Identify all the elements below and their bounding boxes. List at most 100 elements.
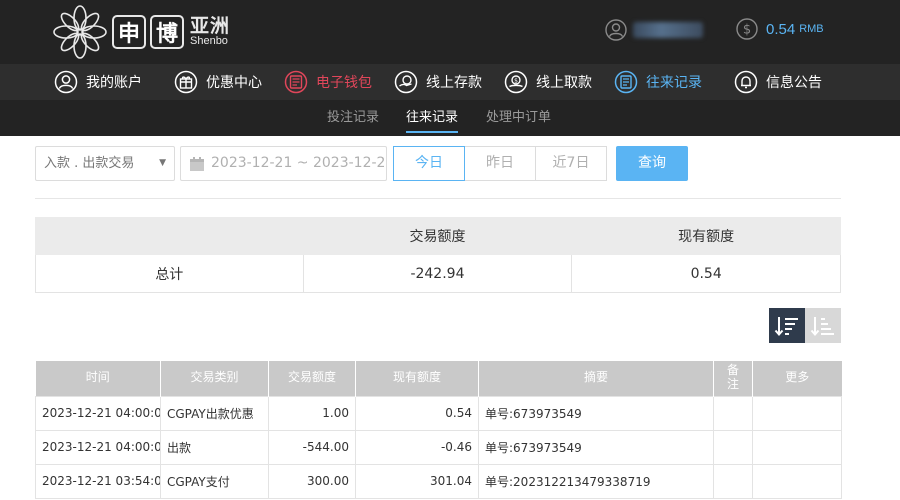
summary-table: 交易额度 现有额度 总计 -242.94 0.54 [35, 217, 841, 293]
header-amount: 交易额度 [268, 361, 356, 396]
calendar-icon [190, 157, 204, 171]
nav-label: 电子钱包 [316, 75, 372, 91]
cell-remark [713, 463, 753, 499]
logo[interactable]: 申 博 亚洲 Shenbo [52, 4, 230, 60]
logo-en-text: Shenbo [190, 35, 228, 47]
cell-time: 2023-12-21 03:54:07 [35, 463, 161, 499]
cell-type: CGPAY支付 [160, 463, 269, 499]
sort-ascending-button[interactable] [805, 308, 841, 343]
svg-text:$: $ [743, 23, 751, 38]
main-nav: 我的账户 优惠中心 电子钱包 线上存款 $ 线上取款 往来记录 信息公告 [0, 64, 900, 100]
header-type: 交易类别 [160, 361, 269, 396]
cell-balance: 301.04 [355, 463, 479, 499]
nav-online-withdraw[interactable]: $ 线上取款 [504, 64, 592, 100]
nav-label: 信息公告 [766, 75, 822, 91]
query-button[interactable]: 查询 [616, 146, 688, 181]
user-account[interactable] [605, 19, 703, 41]
summary-total-balance: 0.54 [571, 254, 841, 293]
dollar-coin-icon: $ [736, 18, 758, 40]
sub-nav: 投注记录 往来记录 处理中订单 [0, 100, 900, 136]
nav-label: 线上存款 [426, 75, 482, 91]
transaction-table: 时间 交易类别 交易额度 现有额度 摘要 备注 更多 2023-12-21 04… [35, 361, 842, 499]
dropdown-caret-icon: ▼ [159, 158, 166, 168]
yesterday-button[interactable]: 昨日 [464, 146, 536, 181]
cell-remark [713, 429, 753, 465]
header-remark-text: 备注 [727, 363, 740, 392]
blurred-username [633, 22, 703, 38]
cell-summary: 单号:673973549 [478, 395, 714, 431]
cell-more[interactable] [752, 463, 842, 499]
nav-label: 线上取款 [536, 75, 592, 91]
table-row: 2023-12-21 04:00:00 出款 -544.00 -0.46 单号:… [35, 429, 842, 465]
cell-type: 出款 [160, 429, 269, 465]
nav-label: 优惠中心 [206, 75, 262, 91]
cell-time: 2023-12-21 04:00:00 [35, 395, 161, 431]
bell-icon [734, 70, 758, 94]
svg-text:$: $ [514, 77, 518, 84]
table-header-row: 时间 交易类别 交易额度 现有额度 摘要 备注 更多 [35, 361, 842, 396]
subtab-pending-orders[interactable]: 处理中订单 [486, 100, 551, 136]
summary-total-row: 总计 -242.94 0.54 [35, 254, 841, 293]
today-button[interactable]: 今日 [393, 146, 465, 181]
user-avatar-icon [605, 19, 627, 41]
balance-display: $ 0.54 RMB [736, 18, 824, 40]
logo-char-2: 博 [150, 15, 184, 49]
summary-header-row: 交易额度 现有额度 [35, 217, 841, 255]
nav-promotions[interactable]: 优惠中心 [174, 64, 262, 100]
header-remark: 备注 [713, 361, 753, 396]
nav-e-wallet[interactable]: 电子钱包 [284, 64, 372, 100]
cell-summary: 单号:673973549 [478, 429, 714, 465]
header-balance: 现有额度 [355, 361, 479, 396]
summary-total-label: 总计 [35, 254, 304, 293]
cell-summary: 单号:20231221347933871​9 [478, 463, 714, 499]
sort-ascending-icon [810, 316, 834, 336]
user-icon [54, 70, 78, 94]
header-more: 更多 [752, 361, 842, 396]
withdraw-icon: $ [504, 70, 528, 94]
wallet-icon [284, 70, 308, 94]
header-time: 时间 [35, 361, 161, 396]
summary-header-amount: 交易额度 [302, 217, 573, 255]
cell-more[interactable] [752, 429, 842, 465]
summary-header-balance: 现有额度 [571, 217, 841, 255]
subtab-bet-records[interactable]: 投注记录 [327, 100, 379, 136]
flower-logo-icon [53, 5, 107, 59]
table-row: 2023-12-21 03:54:07 CGPAY支付 300.00 301.0… [35, 463, 842, 499]
transaction-type-value: 入款 . 出款交易 [44, 156, 135, 171]
cell-remark [713, 395, 753, 431]
deposit-icon [394, 70, 418, 94]
top-header: 申 博 亚洲 Shenbo $ 0.54 RMB [0, 0, 900, 64]
summary-header-empty [35, 217, 304, 255]
cell-time: 2023-12-21 04:00:00 [35, 429, 161, 465]
date-range-input[interactable]: 2023-12-21 ~ 2023-12-21 [180, 146, 387, 181]
cell-more[interactable] [752, 395, 842, 431]
nav-transaction-records[interactable]: 往来记录 [614, 64, 702, 100]
cell-amount: 300.00 [268, 463, 356, 499]
transaction-type-select[interactable]: 入款 . 出款交易 ▼ [35, 146, 175, 181]
nav-my-account[interactable]: 我的账户 [54, 64, 142, 100]
balance-unit: RMB [799, 23, 824, 35]
nav-online-deposit[interactable]: 线上存款 [394, 64, 482, 100]
gift-icon [174, 70, 198, 94]
cell-balance: -0.46 [355, 429, 479, 465]
balance-value: 0.54 [766, 20, 796, 38]
logo-char-1: 申 [112, 15, 146, 49]
logo-cn-text: 亚洲 [190, 15, 231, 37]
nav-label: 我的账户 [86, 75, 142, 91]
cell-amount: 1.00 [268, 395, 356, 431]
table-row: 2023-12-21 04:00:00 CGPAY出款优惠 1.00 0.54 … [35, 395, 842, 431]
cell-type: CGPAY出款优惠 [160, 395, 269, 431]
sort-descending-button[interactable] [769, 308, 805, 343]
last-7-days-button[interactable]: 近7日 [535, 146, 607, 181]
records-icon [614, 70, 638, 94]
cell-balance: 0.54 [355, 395, 479, 431]
summary-total-amount: -242.94 [302, 254, 573, 293]
subtab-transaction-records[interactable]: 往来记录 [406, 100, 459, 136]
nav-label: 往来记录 [646, 75, 702, 91]
nav-announcements[interactable]: 信息公告 [734, 64, 822, 100]
divider [35, 198, 841, 199]
cell-amount: -544.00 [268, 429, 356, 465]
date-range-value: 2023-12-21 ~ 2023-12-21 [211, 155, 387, 171]
header-summary: 摘要 [478, 361, 714, 396]
sort-descending-icon [774, 316, 798, 336]
